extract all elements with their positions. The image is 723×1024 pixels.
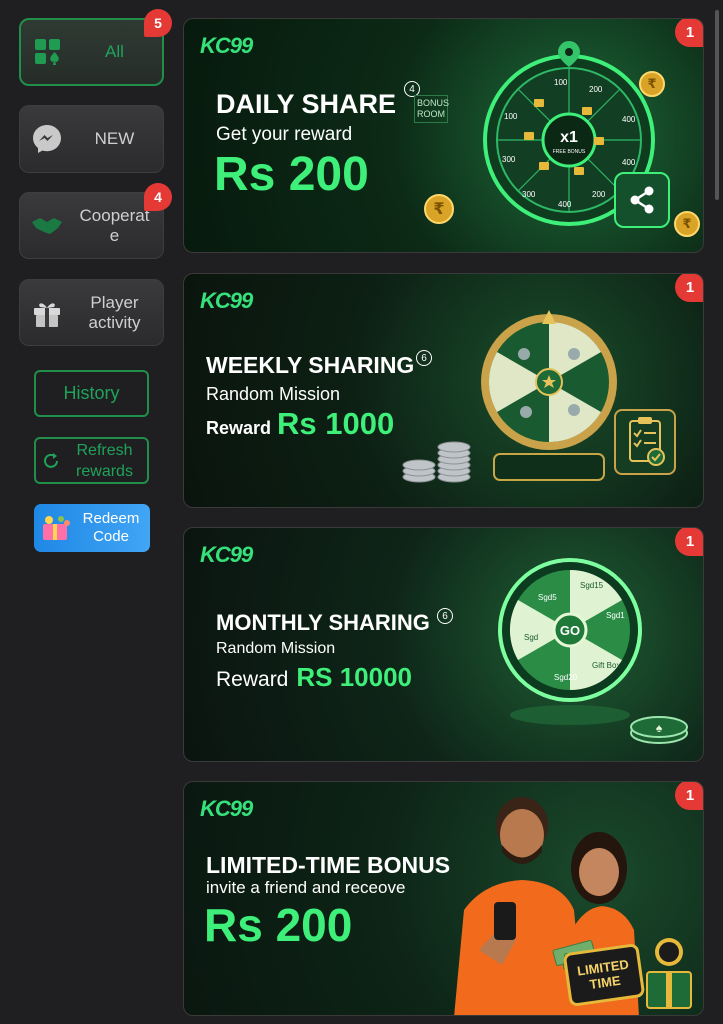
wheel-value: Sgd5 bbox=[538, 593, 557, 602]
banner-amount-line: Reward Rs 1000 bbox=[206, 406, 394, 442]
wheel-value: Gift Box bbox=[592, 661, 620, 670]
wheel-value: 200 bbox=[589, 85, 603, 94]
weekly-sharing-banner[interactable]: KC99 WEEKLY SHARING 6 Random Mission Rew… bbox=[183, 273, 704, 508]
rupee-coin-icon: ₹ bbox=[424, 194, 454, 224]
notification-badge: 4 bbox=[144, 183, 172, 211]
wheel-value: 300 bbox=[502, 155, 516, 164]
kc99-logo: KC99 bbox=[200, 542, 253, 567]
wheel-value: 400 bbox=[558, 200, 572, 209]
history-button[interactable]: History bbox=[34, 370, 149, 417]
limited-time-sign: LIMITED TIME bbox=[562, 942, 646, 1008]
handshake-icon bbox=[30, 209, 64, 243]
redeem-code-label: Redeem Code bbox=[82, 510, 140, 545]
refresh-rewards-button[interactable]: Refresh rewards bbox=[34, 437, 149, 484]
gift-boxes bbox=[646, 938, 692, 1009]
wheel-value: Sgd20 bbox=[554, 673, 578, 682]
banner-subtitle: invite a friend and receove bbox=[206, 878, 406, 897]
wheel-value: 100 bbox=[504, 112, 518, 121]
sidebar-item-all[interactable]: All bbox=[19, 18, 164, 86]
kc99-logo: KC99 bbox=[200, 288, 253, 313]
notification-badge: 1 bbox=[675, 782, 703, 810]
sidebar-item-label: NEW bbox=[94, 129, 135, 148]
sidebar-item-cooperate[interactable]: Cooperate bbox=[19, 192, 164, 259]
wheel-value: 400 bbox=[622, 115, 636, 124]
clipboard-icon bbox=[614, 409, 676, 475]
wheel-center-subtext: FREE BONUS bbox=[553, 149, 586, 155]
wheel-value: 200 bbox=[592, 190, 606, 199]
share-icon[interactable] bbox=[614, 172, 670, 228]
gift-icon bbox=[30, 296, 64, 330]
title-badge: 6 bbox=[437, 608, 453, 624]
refresh-label: Refresh rewards bbox=[76, 441, 133, 480]
monthly-sharing-banner[interactable]: KC99 MONTHLY SHARING 6 Random Mission Re… bbox=[183, 527, 704, 762]
bonus-room-sign: BONUS ROOM bbox=[414, 95, 449, 123]
reward-prefix: Reward bbox=[216, 668, 289, 691]
banner-amount: Rs 1000 bbox=[277, 406, 395, 441]
daily-share-banner[interactable]: KC99 DAILY SHARE 4 BONUS ROOM Get your r… bbox=[183, 18, 704, 253]
sidebar-item-label: Player activity bbox=[88, 292, 141, 332]
banner-amount-line: Reward RS 10000 bbox=[216, 662, 412, 693]
wheel-center-text: x1 bbox=[560, 129, 578, 146]
wheel-value: Sgd15 bbox=[580, 581, 604, 590]
notification-badge: 1 bbox=[675, 19, 703, 47]
refresh-icon bbox=[41, 451, 61, 476]
wheel-value: 300 bbox=[522, 190, 536, 199]
rupee-coin-icon: ₹ bbox=[674, 211, 700, 237]
history-label: History bbox=[63, 383, 120, 403]
gift-box-icon bbox=[39, 514, 73, 547]
kc99-logo: KC99 bbox=[200, 33, 253, 58]
banner-subtitle: Get your reward bbox=[216, 124, 353, 145]
scrollbar[interactable] bbox=[715, 10, 719, 200]
limited-time-bonus-banner[interactable]: KC99 LIMITED-TIME BONUS invite a friend … bbox=[183, 781, 704, 1016]
sidebar-item-label: All bbox=[105, 42, 124, 61]
banner-amount: Rs 200 bbox=[214, 148, 369, 201]
title-badge: 6 bbox=[416, 350, 432, 366]
notification-badge: 5 bbox=[144, 9, 172, 37]
banner-subtitle: Random Mission bbox=[206, 384, 341, 404]
sidebar-item-player-activity[interactable]: Player activity bbox=[19, 279, 164, 346]
kc99-logo: KC99 bbox=[200, 796, 253, 821]
sidebar-item-label: Cooperate bbox=[79, 205, 150, 245]
notification-badge: 1 bbox=[675, 528, 703, 556]
limited-time-label: LIMITED TIME bbox=[576, 956, 630, 993]
casino-chips: ♠ bbox=[630, 716, 688, 744]
banner-amount: RS 10000 bbox=[296, 662, 413, 692]
svg-text:♠: ♠ bbox=[656, 721, 663, 735]
wheel-value: 100 bbox=[554, 78, 568, 87]
reward-prefix: Reward bbox=[206, 418, 272, 438]
wheel-value: Sgd1 bbox=[606, 611, 625, 620]
wheel-value: Sgd bbox=[524, 633, 538, 642]
sidebar-item-new[interactable]: NEW bbox=[19, 105, 164, 173]
redeem-code-button[interactable]: Redeem Code bbox=[34, 504, 150, 552]
messenger-icon bbox=[30, 122, 64, 156]
grid-spade-icon bbox=[31, 35, 65, 69]
banner-subtitle: Random Mission bbox=[216, 640, 336, 657]
prize-wheel bbox=[481, 310, 617, 481]
banner-title: LIMITED-TIME BONUS bbox=[206, 852, 451, 878]
banner-title: MONTHLY SHARING bbox=[216, 610, 430, 635]
banner-title: DAILY SHARE bbox=[216, 89, 397, 119]
wheel-center-text: GO bbox=[560, 623, 580, 638]
wheel-value: 400 bbox=[622, 158, 636, 167]
banner-amount: Rs 200 bbox=[204, 899, 353, 951]
coin-stack bbox=[402, 441, 471, 483]
banner-title: WEEKLY SHARING bbox=[206, 352, 415, 378]
notification-badge: 1 bbox=[675, 274, 703, 302]
rupee-coin-icon: ₹ bbox=[639, 71, 665, 97]
